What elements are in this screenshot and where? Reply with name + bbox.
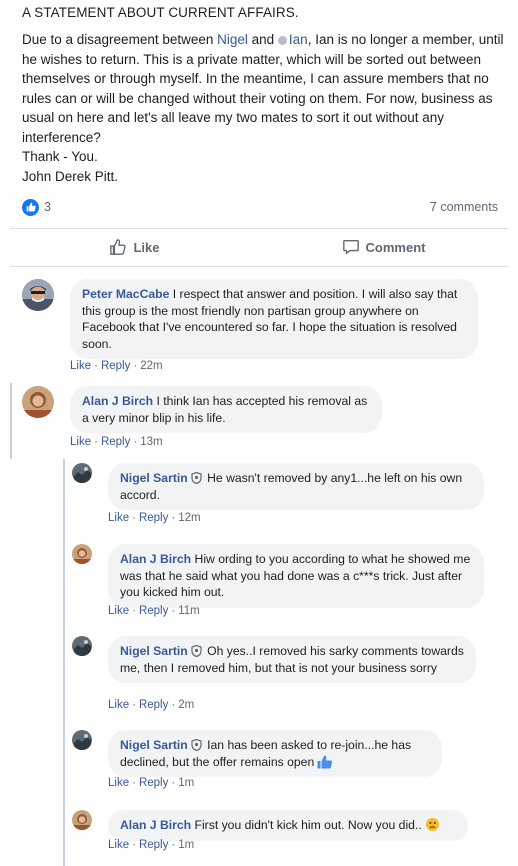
like-link[interactable]: Like xyxy=(108,777,129,789)
reply-link[interactable]: Reply xyxy=(101,360,130,372)
reply-author[interactable]: Alan J Birch xyxy=(120,818,191,832)
like-link[interactable]: Like xyxy=(108,605,129,617)
reply-author[interactable]: Alan J Birch xyxy=(120,552,191,566)
comment-bubble: Alan J Birch I think Ian has accepted hi… xyxy=(70,386,382,433)
like-link[interactable]: Like xyxy=(108,699,129,711)
comment-author[interactable]: Peter MacCabe xyxy=(82,287,169,301)
reply-alan-2: Alan J Birch First you didn't kick him o… xyxy=(72,810,468,841)
comment-meta: Like · Reply · 13m xyxy=(70,436,163,448)
reactions-summary[interactable]: 3 xyxy=(22,198,51,216)
admin-shield-icon xyxy=(191,472,202,484)
comments-count[interactable]: 7 comments xyxy=(430,200,498,214)
reply-nigel-3: Nigel Sartin Ian has been asked to re-jo… xyxy=(72,730,442,777)
mention-avatar-icon xyxy=(277,36,287,45)
reply-author[interactable]: Nigel Sartin xyxy=(120,644,188,658)
reply-link[interactable]: Reply xyxy=(139,839,168,851)
reply-meta: Like · Reply · 12m xyxy=(108,512,201,524)
reply-nigel-1: Nigel Sartin He wasn't removed by any1..… xyxy=(72,463,484,510)
reply-time[interactable]: 12m xyxy=(178,512,200,524)
avatar[interactable] xyxy=(72,636,92,656)
comment-peter: Peter MacCabe I respect that answer and … xyxy=(22,279,478,359)
reply-bubble: Nigel Sartin Ian has been asked to re-jo… xyxy=(108,730,442,777)
reply-time[interactable]: 1m xyxy=(178,777,194,789)
avatar[interactable] xyxy=(22,386,54,418)
reply-time[interactable]: 2m xyxy=(178,699,194,711)
comment-meta: Like · Reply · 22m xyxy=(70,360,163,372)
post-actions: Like Comment xyxy=(10,229,508,265)
reply-meta: Like · Reply · 1m xyxy=(108,839,195,851)
reply-link[interactable]: Reply xyxy=(139,605,168,617)
reply-meta: Like · Reply · 2m xyxy=(108,699,195,711)
post: A STATEMENT ABOUT CURRENT AFFAIRS. Due t… xyxy=(0,0,518,186)
like-link[interactable]: Like xyxy=(108,839,129,851)
reply-alan-1: Alan J Birch Hiw ording to you according… xyxy=(72,544,484,608)
reply-meta: Like · Reply · 1m xyxy=(108,777,195,789)
like-reaction-icon xyxy=(22,198,39,216)
comment-time[interactable]: 13m xyxy=(140,436,162,448)
avatar[interactable] xyxy=(72,810,92,830)
likes-count: 3 xyxy=(44,200,51,214)
reply-link[interactable]: Reply xyxy=(139,512,168,524)
reply-link[interactable]: Reply xyxy=(139,699,168,711)
reply-link[interactable]: Reply xyxy=(101,436,130,448)
avatar[interactable] xyxy=(72,463,92,483)
avatar[interactable] xyxy=(72,730,92,750)
admin-shield-icon xyxy=(191,645,202,657)
post-title: A STATEMENT ABOUT CURRENT AFFAIRS. xyxy=(22,5,299,20)
reply-text: First you didn't kick him out. Now you d… xyxy=(194,818,422,832)
like-button[interactable]: Like xyxy=(10,229,259,265)
comment-alan: Alan J Birch I think Ian has accepted hi… xyxy=(22,386,382,433)
reply-bubble: Alan J Birch Hiw ording to you according… xyxy=(108,544,484,608)
comment-time[interactable]: 22m xyxy=(140,360,162,372)
avatar[interactable] xyxy=(22,279,54,311)
reply-nigel-2: Nigel Sartin Oh yes..I removed his sarky… xyxy=(72,636,476,683)
comment-bubble: Peter MacCabe I respect that answer and … xyxy=(70,279,478,359)
reply-time[interactable]: 11m xyxy=(178,605,200,617)
reply-bubble: Nigel Sartin Oh yes..I removed his sarky… xyxy=(108,636,476,683)
thread-connector xyxy=(10,383,12,459)
like-link[interactable]: Like xyxy=(70,436,91,448)
reply-thread-connector xyxy=(63,459,65,866)
post-thanks: Thank - You. xyxy=(22,149,98,164)
reply-bubble: Nigel Sartin He wasn't removed by any1..… xyxy=(108,463,484,510)
like-link[interactable]: Like xyxy=(108,512,129,524)
sad-face-emoji-icon xyxy=(425,818,439,831)
comment-button[interactable]: Comment xyxy=(259,229,508,265)
admin-shield-icon xyxy=(191,739,202,751)
reply-meta: Like · Reply · 11m xyxy=(108,605,200,617)
post-stats: 3 7 comments xyxy=(22,196,498,218)
reply-author[interactable]: Nigel Sartin xyxy=(120,738,188,752)
thumbs-up-emoji-icon xyxy=(317,755,333,768)
reply-author[interactable]: Nigel Sartin xyxy=(120,471,188,485)
reply-link[interactable]: Reply xyxy=(139,777,168,789)
post-signature: John Derek Pitt. xyxy=(22,168,119,184)
avatar[interactable] xyxy=(72,544,92,564)
post-body: Due to a disagreement between Nigel and … xyxy=(22,30,508,186)
thumbs-up-icon xyxy=(110,239,127,255)
divider xyxy=(10,266,508,267)
comment-icon xyxy=(342,240,359,254)
reply-bubble: Alan J Birch First you didn't kick him o… xyxy=(108,810,468,841)
mention-nigel[interactable]: Nigel xyxy=(217,32,248,47)
mention-ian[interactable]: Ian xyxy=(277,32,308,47)
reply-time[interactable]: 1m xyxy=(178,839,194,851)
like-link[interactable]: Like xyxy=(70,360,91,372)
comment-author[interactable]: Alan J Birch xyxy=(82,394,153,408)
